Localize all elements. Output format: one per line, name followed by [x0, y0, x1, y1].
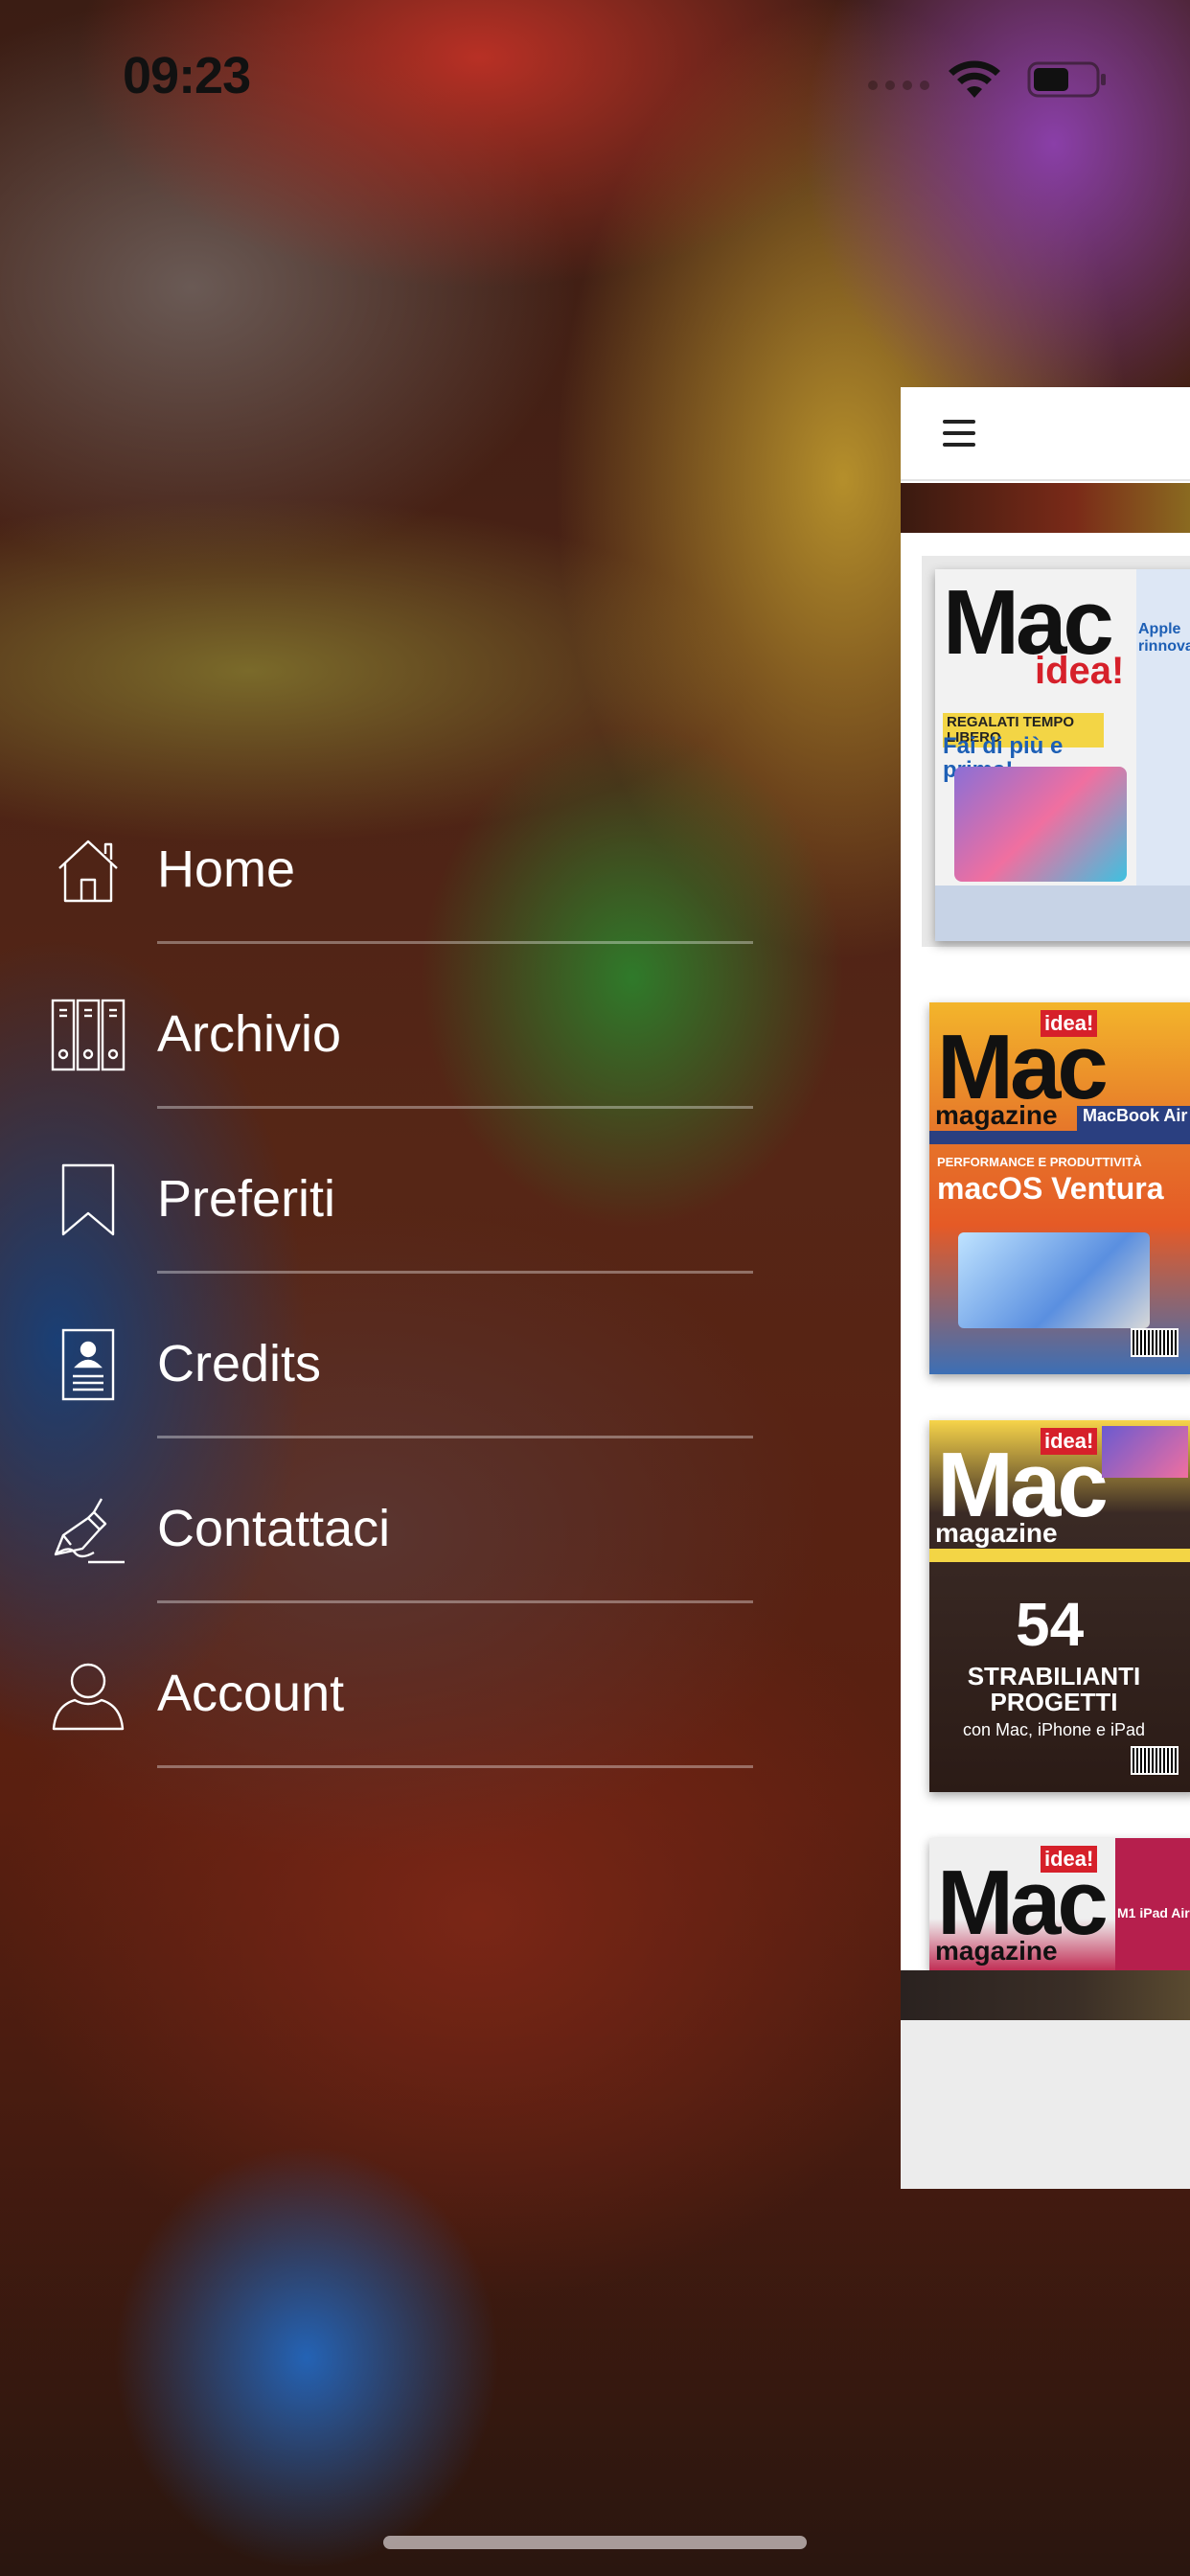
menu-label-credits: Credits	[157, 1335, 322, 1392]
banner-strip	[901, 483, 1190, 533]
cover-subheadline: con Mac, iPhone e iPad	[962, 1720, 1146, 1739]
home-indicator[interactable]	[383, 2536, 807, 2549]
bookmark-icon	[61, 1163, 115, 1236]
cover-artwork	[1102, 1426, 1188, 1478]
user-icon	[52, 1663, 125, 1731]
cover-masthead-sub: magazine	[935, 1936, 1058, 1966]
menu-divider	[157, 1436, 753, 1438]
issue-cover-wrapper[interactable]: Mac idea! REGALATI TEMPO LIBERO Fai di p…	[922, 556, 1190, 947]
cover-barcode	[1131, 1746, 1179, 1775]
cover-headline: macOS Ventura	[937, 1171, 1164, 1206]
status-time: 09:23	[123, 47, 251, 104]
issue-cover[interactable]: idea! Mac magazine M1 iPad Air	[929, 1838, 1190, 1972]
cellular-signal-icon	[868, 80, 929, 90]
top-bar	[901, 387, 1190, 481]
menu-divider	[157, 941, 753, 944]
cover-side-text: MacBook Air	[1077, 1106, 1190, 1131]
cover-strip	[929, 1131, 1190, 1144]
footer-area	[901, 2020, 1190, 2189]
cover-artwork	[958, 1232, 1150, 1328]
home-icon	[58, 840, 118, 903]
wifi-icon	[949, 60, 1000, 98]
menu-label-archivio: Archivio	[157, 1005, 342, 1063]
menu-label-contattaci: Contattaci	[157, 1500, 391, 1557]
archive-binders-icon	[51, 999, 126, 1071]
cover-side-text: M1 iPad Air	[1117, 1905, 1190, 1920]
menu-item-account[interactable]: Account	[0, 1620, 767, 1784]
menu-divider	[157, 1765, 753, 1768]
cover-masthead-sub: idea!	[1035, 650, 1125, 692]
cover-barcode	[1131, 1328, 1179, 1357]
main-content-panel[interactable]: Mac idea! REGALATI TEMPO LIBERO Fai di p…	[901, 387, 1190, 2189]
menu-item-home[interactable]: Home	[0, 795, 767, 960]
bottom-banner-strip	[901, 1970, 1190, 2020]
cover-headline: STRABILIANTI PROGETTI	[967, 1662, 1141, 1717]
menu-item-contattaci[interactable]: Contattaci	[0, 1455, 767, 1620]
pen-signature-icon	[54, 1498, 125, 1564]
menu-label-home: Home	[157, 840, 296, 898]
issue-cover[interactable]: idea! Mac magazine MacBook Air PERFORMAN…	[929, 1002, 1190, 1374]
credits-document-icon	[61, 1328, 115, 1401]
status-bar: 09:23	[0, 0, 1190, 144]
menu-label-preferiti: Preferiti	[157, 1170, 336, 1228]
menu-item-preferiti[interactable]: Preferiti	[0, 1125, 767, 1290]
cover-kicker: PERFORMANCE E PRODUTTIVITÀ	[937, 1155, 1142, 1169]
menu-item-credits[interactable]: Credits	[0, 1290, 767, 1455]
menu-divider	[157, 1106, 753, 1109]
issue-cover[interactable]: Mac idea! REGALATI TEMPO LIBERO Fai di p…	[935, 569, 1190, 941]
cover-number: 54	[1016, 1590, 1085, 1659]
menu-item-archivio[interactable]: Archivio	[0, 960, 767, 1125]
cover-masthead-sub: magazine	[935, 1518, 1058, 1548]
cover-masthead-sub: magazine	[935, 1100, 1058, 1130]
cover-bottom-band	[935, 886, 1190, 941]
menu-divider	[157, 1271, 753, 1274]
battery-icon	[1027, 61, 1106, 98]
issue-cover[interactable]: idea! Mac magazine 54 STRABILIANTI PROGE…	[929, 1420, 1190, 1792]
menu-label-account: Account	[157, 1665, 345, 1722]
menu-divider	[157, 1600, 753, 1603]
cover-strip	[929, 1549, 1190, 1562]
hamburger-menu-icon[interactable]	[943, 420, 975, 447]
cover-artwork	[954, 767, 1127, 882]
cover-side-text: Apple rinnova	[1138, 621, 1190, 655]
